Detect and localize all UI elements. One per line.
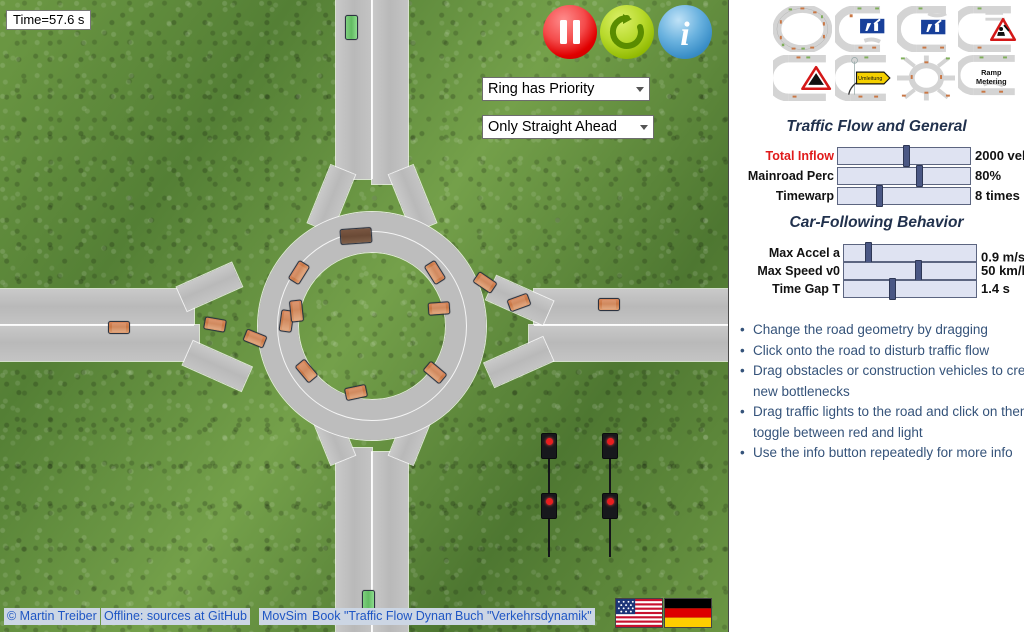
traffic-light[interactable] — [602, 493, 618, 557]
flare-sw-out[interactable] — [182, 341, 252, 391]
scenario-gallery: Umleitung Ramp Metering — [773, 6, 1017, 101]
road-east-inbound[interactable] — [534, 289, 728, 325]
scenario-ramp-metering[interactable]: Ramp Metering — [958, 55, 1017, 101]
traffic-light-head — [602, 493, 618, 519]
hint-item: Drag obstacles or construction vehicles … — [740, 361, 1024, 402]
lane-divider-west — [0, 324, 194, 326]
traffic-simulation-app: Time=57.6 s i Ring has Priority Only Str… — [0, 0, 1024, 632]
slider-track[interactable] — [843, 244, 977, 262]
slider-label: Time Gap T — [772, 282, 840, 296]
slider-track[interactable] — [843, 262, 977, 280]
traffic-light-red-lamp — [607, 438, 614, 445]
link-movsim[interactable]: MovSim — [259, 608, 311, 625]
slider-label: Max Accel a — [768, 246, 840, 260]
slider-value: 50 km/h — [981, 263, 1024, 278]
priority-select-value: Ring has Priority — [488, 81, 595, 97]
road-south-outbound[interactable] — [372, 452, 408, 632]
link-github[interactable]: Offline: sources at GitHub — [101, 608, 250, 625]
info-button[interactable]: i — [658, 5, 712, 59]
simulation-canvas[interactable]: Time=57.6 s i Ring has Priority Only Str… — [0, 0, 728, 632]
slider-thumb[interactable] — [865, 242, 872, 264]
scenario-onramp[interactable] — [834, 6, 894, 52]
svg-text:i: i — [680, 16, 690, 53]
flag-us[interactable] — [615, 598, 663, 628]
lane-divider-north — [371, 0, 373, 179]
traffic-light-red-lamp — [546, 498, 553, 505]
scenario-deviation[interactable]: Umleitung — [834, 55, 894, 101]
hint-item: Change the road geometry by dragging — [740, 320, 1024, 341]
slider-track[interactable] — [837, 167, 971, 185]
traffic-light-head — [602, 433, 618, 459]
priority-select[interactable]: Ring has Priority — [482, 77, 650, 101]
pause-button[interactable] — [543, 5, 597, 59]
road-east-outbound[interactable] — [529, 325, 728, 361]
slider-value: 1.4 s — [981, 281, 1010, 296]
hint-item: Click onto the road to disturb traffic f… — [740, 341, 1024, 362]
traffic-light[interactable] — [541, 493, 557, 557]
section-title-car-following: Car-Following Behavior — [789, 214, 964, 231]
scenario-offramp[interactable] — [896, 6, 956, 52]
traffic-light-pole — [609, 459, 611, 497]
traffic-light-pole — [609, 519, 611, 557]
slider-value: 80% — [975, 168, 1002, 183]
hints-list: Change the road geometry by dragging Cli… — [735, 320, 1024, 464]
slider-thumb[interactable] — [916, 165, 923, 187]
traffic-light-red-lamp — [607, 498, 614, 505]
chevron-down-icon — [640, 125, 648, 130]
flare-se-out[interactable] — [484, 337, 554, 387]
vehicle — [598, 298, 620, 311]
road-west-outbound[interactable] — [0, 325, 199, 361]
link-book-de[interactable]: Buch "Verkehrsdynamik" — [452, 608, 595, 625]
route-select-value: Only Straight Ahead — [488, 119, 617, 135]
link-copyright[interactable]: © Martin Treiber — [4, 608, 100, 625]
slider-track[interactable] — [837, 187, 971, 205]
slider-value: 8 times — [975, 188, 1020, 203]
route-select[interactable]: Only Straight Ahead — [482, 115, 654, 139]
slider-label: Timewarp — [775, 189, 834, 203]
road-north-outbound[interactable] — [372, 0, 408, 184]
slider-label: Max Speed v0 — [757, 264, 840, 278]
scenario-roadworks[interactable] — [958, 6, 1017, 52]
slider-thumb[interactable] — [903, 145, 910, 167]
slider-thumb[interactable] — [889, 278, 896, 300]
flag-de[interactable] — [664, 598, 712, 628]
traffic-light[interactable] — [541, 433, 557, 497]
hint-item: Use the info button repeatedly for more … — [740, 443, 1024, 464]
traffic-light-head — [541, 433, 557, 459]
svg-text:Metering: Metering — [976, 77, 1007, 86]
vehicle — [288, 299, 305, 323]
slider-track[interactable] — [843, 280, 977, 298]
road-west-inbound[interactable] — [0, 289, 194, 325]
svg-text:Umleitung: Umleitung — [858, 76, 882, 82]
slider-thumb[interactable] — [876, 185, 883, 207]
time-display: Time=57.6 s — [6, 10, 92, 30]
scenario-roundabout[interactable] — [896, 55, 956, 101]
obstacle-truck[interactable] — [339, 226, 373, 246]
traffic-light[interactable] — [602, 433, 618, 497]
vehicle — [203, 316, 227, 333]
vehicle — [108, 321, 130, 334]
lane-divider-east — [534, 324, 728, 326]
section-title-traffic-flow: Traffic Flow and General — [786, 118, 967, 135]
control-panel: Umleitung Ramp Metering Traffic Flow and… — [728, 0, 1024, 632]
vehicle — [427, 301, 451, 316]
slider-label: Total Inflow — [765, 149, 834, 163]
slider-thumb[interactable] — [915, 260, 922, 282]
chevron-down-icon — [636, 87, 644, 92]
scenario-uphill[interactable] — [773, 55, 832, 101]
slider-value: 2000 veh/h — [975, 148, 1024, 163]
svg-text:Ramp: Ramp — [981, 68, 1002, 77]
vehicle-green-north — [345, 15, 358, 40]
slider-label: Mainroad Perc — [747, 169, 834, 183]
roundabout-lane-divider — [277, 231, 467, 421]
scenario-ring-road[interactable] — [773, 6, 832, 52]
hint-item: Drag traffic lights to the road and clic… — [740, 402, 1024, 443]
flare-nw-in[interactable] — [176, 262, 243, 311]
traffic-light-pole — [548, 519, 550, 557]
traffic-light-pole — [548, 459, 550, 497]
traffic-light-head — [541, 493, 557, 519]
restart-button[interactable] — [600, 5, 654, 59]
traffic-light-red-lamp — [546, 438, 553, 445]
